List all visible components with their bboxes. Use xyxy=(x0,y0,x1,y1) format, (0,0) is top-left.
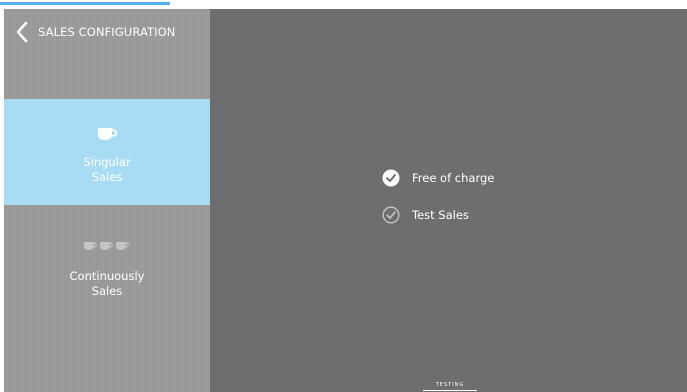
check-filled-icon xyxy=(382,169,400,187)
option-label: Free of charge xyxy=(412,171,495,185)
back-button[interactable] xyxy=(8,14,36,50)
sidebar-item-singular-sales[interactable]: Singular Sales xyxy=(4,99,210,205)
top-strip xyxy=(0,0,687,9)
check-outline-icon xyxy=(382,206,400,224)
sidebar-item-label: Continuously Sales xyxy=(69,269,145,298)
sidebar-item-continuously-sales[interactable]: Continuously Sales xyxy=(4,205,210,311)
top-accent-line xyxy=(0,2,170,5)
testing-badge-text: TESTING xyxy=(435,382,465,388)
testing-badge: TESTING xyxy=(422,382,478,392)
option-test-sales[interactable]: Test Sales xyxy=(382,206,469,224)
three-cups-icon xyxy=(4,235,210,257)
cup-icon xyxy=(4,123,210,145)
main-panel: Free of charge Test Sales TESTING xyxy=(210,9,687,392)
chevron-left-icon xyxy=(16,21,28,43)
page-title: SALES CONFIGURATION xyxy=(38,25,176,39)
sidebar: SALES CONFIGURATION Singular Sales Conti… xyxy=(4,9,210,392)
sidebar-item-label: Singular Sales xyxy=(83,155,131,184)
option-free-of-charge[interactable]: Free of charge xyxy=(382,169,494,187)
option-label: Test Sales xyxy=(412,208,469,222)
testing-badge-underline xyxy=(423,390,477,391)
sidebar-header: SALES CONFIGURATION xyxy=(4,9,210,55)
